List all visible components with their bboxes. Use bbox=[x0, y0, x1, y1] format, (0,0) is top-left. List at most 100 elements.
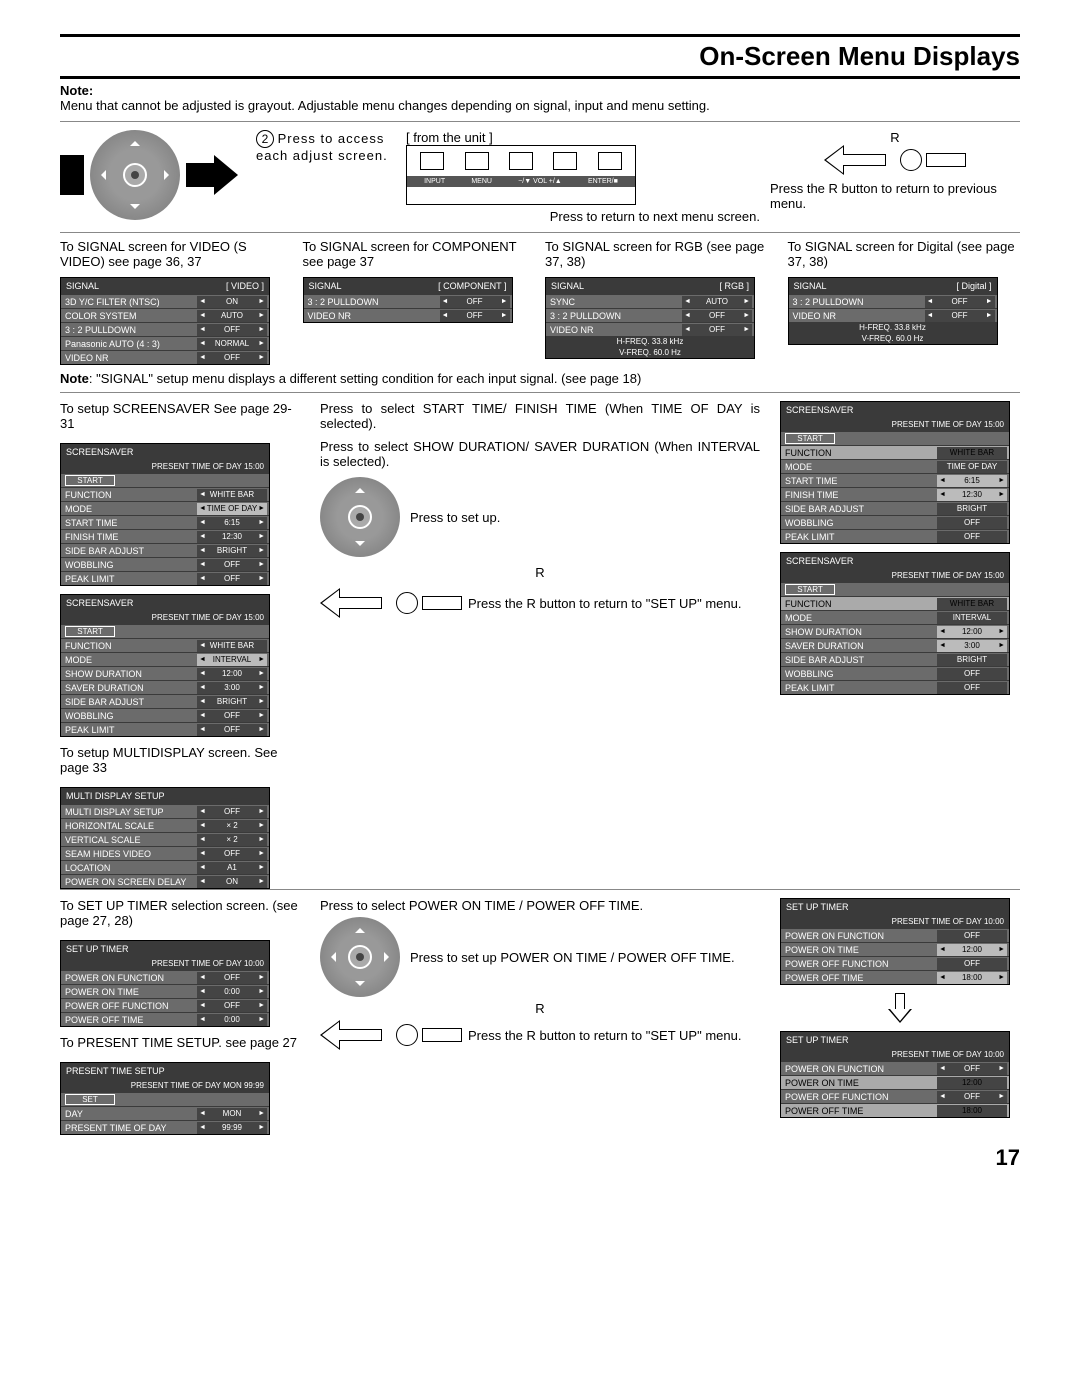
menu-value[interactable]: 0:00 bbox=[197, 1014, 267, 1026]
menu-value[interactable]: 12:00 bbox=[937, 1077, 1007, 1089]
menu-row[interactable]: VIDEO NROFF bbox=[546, 322, 754, 336]
menu-value[interactable]: TIME OF DAY bbox=[197, 503, 267, 515]
menu-value[interactable]: 6:15 bbox=[197, 517, 267, 529]
unit-enter-button[interactable] bbox=[598, 152, 622, 170]
menu-row[interactable]: POWER OFF FUNCTIONOFF bbox=[781, 956, 1009, 970]
menu-row[interactable]: PEAK LIMITOFF bbox=[781, 529, 1009, 543]
menu-value[interactable]: OFF bbox=[937, 668, 1007, 680]
menu-value[interactable]: BRIGHT bbox=[197, 545, 267, 557]
menu-row[interactable]: MODEINTERVAL bbox=[61, 652, 269, 666]
menu-row[interactable]: POWER OFF FUNCTIONOFF bbox=[781, 1089, 1009, 1103]
menu-value[interactable]: 18:00 bbox=[937, 1105, 1007, 1117]
menu-row[interactable]: POWER ON FUNCTIONOFF bbox=[61, 970, 269, 984]
menu-value[interactable]: WHITE BAR SCROLL bbox=[197, 640, 267, 652]
menu-row[interactable]: FUNCTIONWHITE BAR SCROLL bbox=[61, 638, 269, 652]
menu-row[interactable]: PEAK LIMITOFF bbox=[61, 722, 269, 736]
menu-value[interactable]: 18:00 bbox=[937, 972, 1007, 984]
menu-row[interactable]: SAVER DURATION3:00 bbox=[781, 638, 1009, 652]
menu-row[interactable]: POWER OFF TIME18:00 bbox=[781, 970, 1009, 984]
menu-value[interactable]: 99:99 bbox=[197, 1122, 267, 1134]
menu-row[interactable]: SIDE BAR ADJUSTBRIGHT bbox=[781, 501, 1009, 515]
menu-row[interactable]: MULTI DISPLAY SETUPOFF bbox=[61, 804, 269, 818]
menu-row[interactable]: VIDEO NROFF bbox=[304, 308, 512, 322]
menu-row[interactable]: SIDE BAR ADJUSTBRIGHT bbox=[781, 652, 1009, 666]
menu-row[interactable]: SEAM HIDES VIDEOOFF bbox=[61, 846, 269, 860]
menu-value[interactable]: ON bbox=[197, 876, 267, 888]
unit-input-button[interactable] bbox=[420, 152, 444, 170]
menu-row[interactable]: SET bbox=[61, 1092, 269, 1106]
menu-row[interactable]: PEAK LIMITOFF bbox=[781, 680, 1009, 694]
menu-value[interactable]: OFF bbox=[682, 310, 752, 322]
menu-row[interactable]: FUNCTIONWHITE BAR SCROLL bbox=[61, 487, 269, 501]
menu-value[interactable]: 12:30 bbox=[937, 489, 1007, 501]
unit-vol-up-button[interactable] bbox=[553, 152, 577, 170]
menu-value[interactable]: OFF bbox=[937, 682, 1007, 694]
menu-value[interactable]: BRIGHT bbox=[937, 503, 1007, 515]
menu-row[interactable]: SYNCAUTO bbox=[546, 294, 754, 308]
menu-row[interactable]: START bbox=[61, 624, 269, 638]
menu-value[interactable]: OFF bbox=[937, 1091, 1007, 1103]
menu-value[interactable]: OFF bbox=[440, 296, 510, 308]
menu-row[interactable]: Panasonic AUTO (4 : 3)NORMAL bbox=[61, 336, 269, 350]
menu-value[interactable]: 12:00 bbox=[937, 944, 1007, 956]
menu-row[interactable]: WOBBLINGOFF bbox=[61, 557, 269, 571]
menu-row[interactable]: FINISH TIME12:30 bbox=[61, 529, 269, 543]
menu-row[interactable]: START TIME6:15 bbox=[781, 473, 1009, 487]
menu-value[interactable]: BRIGHT bbox=[197, 696, 267, 708]
menu-value[interactable]: OFF bbox=[197, 324, 267, 336]
menu-row[interactable]: FINISH TIME12:30 bbox=[781, 487, 1009, 501]
menu-row[interactable]: MODEINTERVAL bbox=[781, 610, 1009, 624]
menu-row[interactable]: POWER ON TIME12:00 bbox=[781, 1075, 1009, 1089]
menu-row[interactable]: START bbox=[61, 473, 269, 487]
menu-value[interactable]: 0:00 bbox=[197, 986, 267, 998]
menu-row[interactable]: PEAK LIMITOFF bbox=[61, 571, 269, 585]
menu-row[interactable]: START bbox=[781, 582, 1009, 596]
menu-row[interactable]: COLOR SYSTEMAUTO bbox=[61, 308, 269, 322]
menu-value[interactable]: OFF bbox=[197, 848, 267, 860]
menu-value[interactable]: ON bbox=[197, 296, 267, 308]
menu-start-button[interactable]: SET bbox=[65, 1094, 115, 1105]
menu-row[interactable]: POWER ON SCREEN DELAYON bbox=[61, 874, 269, 888]
menu-row[interactable]: SHOW DURATION12:00 bbox=[781, 624, 1009, 638]
menu-value[interactable]: × 2 bbox=[197, 820, 267, 832]
menu-row[interactable]: WOBBLINGOFF bbox=[61, 708, 269, 722]
menu-row[interactable]: POWER ON TIME0:00 bbox=[61, 984, 269, 998]
menu-value[interactable]: 3:00 bbox=[197, 682, 267, 694]
menu-row[interactable]: PRESENT TIME OF DAY99:99 bbox=[61, 1120, 269, 1134]
menu-value[interactable]: OFF bbox=[197, 559, 267, 571]
menu-row[interactable]: POWER OFF FUNCTIONOFF bbox=[61, 998, 269, 1012]
menu-value[interactable]: NORMAL bbox=[197, 338, 267, 350]
menu-value[interactable]: OFF bbox=[682, 324, 752, 336]
menu-row[interactable]: MODETIME OF DAY bbox=[61, 501, 269, 515]
menu-row[interactable]: 3 : 2 PULLDOWNOFF bbox=[546, 308, 754, 322]
menu-value[interactable]: A1 bbox=[197, 862, 267, 874]
unit-menu-button[interactable] bbox=[465, 152, 489, 170]
menu-row[interactable]: 3 : 2 PULLDOWNOFF bbox=[304, 294, 512, 308]
menu-row[interactable]: HORIZONTAL SCALE× 2 bbox=[61, 818, 269, 832]
menu-row[interactable]: 3 : 2 PULLDOWNOFF bbox=[61, 322, 269, 336]
menu-value[interactable]: 12:00 bbox=[197, 668, 267, 680]
menu-row[interactable]: SHOW DURATION12:00 bbox=[61, 666, 269, 680]
menu-row[interactable]: FUNCTIONWHITE BAR SCROLL bbox=[781, 445, 1009, 459]
menu-value[interactable]: MON bbox=[197, 1108, 267, 1120]
menu-row[interactable]: 3D Y/C FILTER (NTSC)ON bbox=[61, 294, 269, 308]
menu-value[interactable]: OFF bbox=[937, 958, 1007, 970]
menu-row[interactable]: VIDEO NROFF bbox=[61, 350, 269, 364]
menu-value[interactable]: OFF bbox=[197, 806, 267, 818]
menu-row[interactable]: POWER ON FUNCTIONOFF bbox=[781, 1061, 1009, 1075]
menu-start-button[interactable]: START bbox=[785, 584, 835, 595]
menu-start-button[interactable]: START bbox=[65, 475, 115, 486]
menu-value[interactable]: OFF bbox=[197, 1000, 267, 1012]
menu-value[interactable]: OFF bbox=[197, 573, 267, 585]
menu-value[interactable]: AUTO bbox=[682, 296, 752, 308]
r-button-icon[interactable] bbox=[900, 149, 966, 171]
menu-row[interactable]: POWER ON FUNCTIONOFF bbox=[781, 928, 1009, 942]
menu-row[interactable]: SIDE BAR ADJUSTBRIGHT bbox=[61, 543, 269, 557]
menu-value[interactable]: OFF bbox=[197, 710, 267, 722]
menu-row[interactable]: WOBBLINGOFF bbox=[781, 515, 1009, 529]
menu-value[interactable]: AUTO bbox=[197, 310, 267, 322]
menu-value[interactable]: WHITE BAR SCROLL bbox=[197, 489, 267, 501]
menu-value[interactable]: WHITE BAR SCROLL bbox=[937, 447, 1007, 459]
menu-row[interactable]: POWER ON TIME12:00 bbox=[781, 942, 1009, 956]
r-button-icon[interactable] bbox=[396, 1024, 462, 1046]
